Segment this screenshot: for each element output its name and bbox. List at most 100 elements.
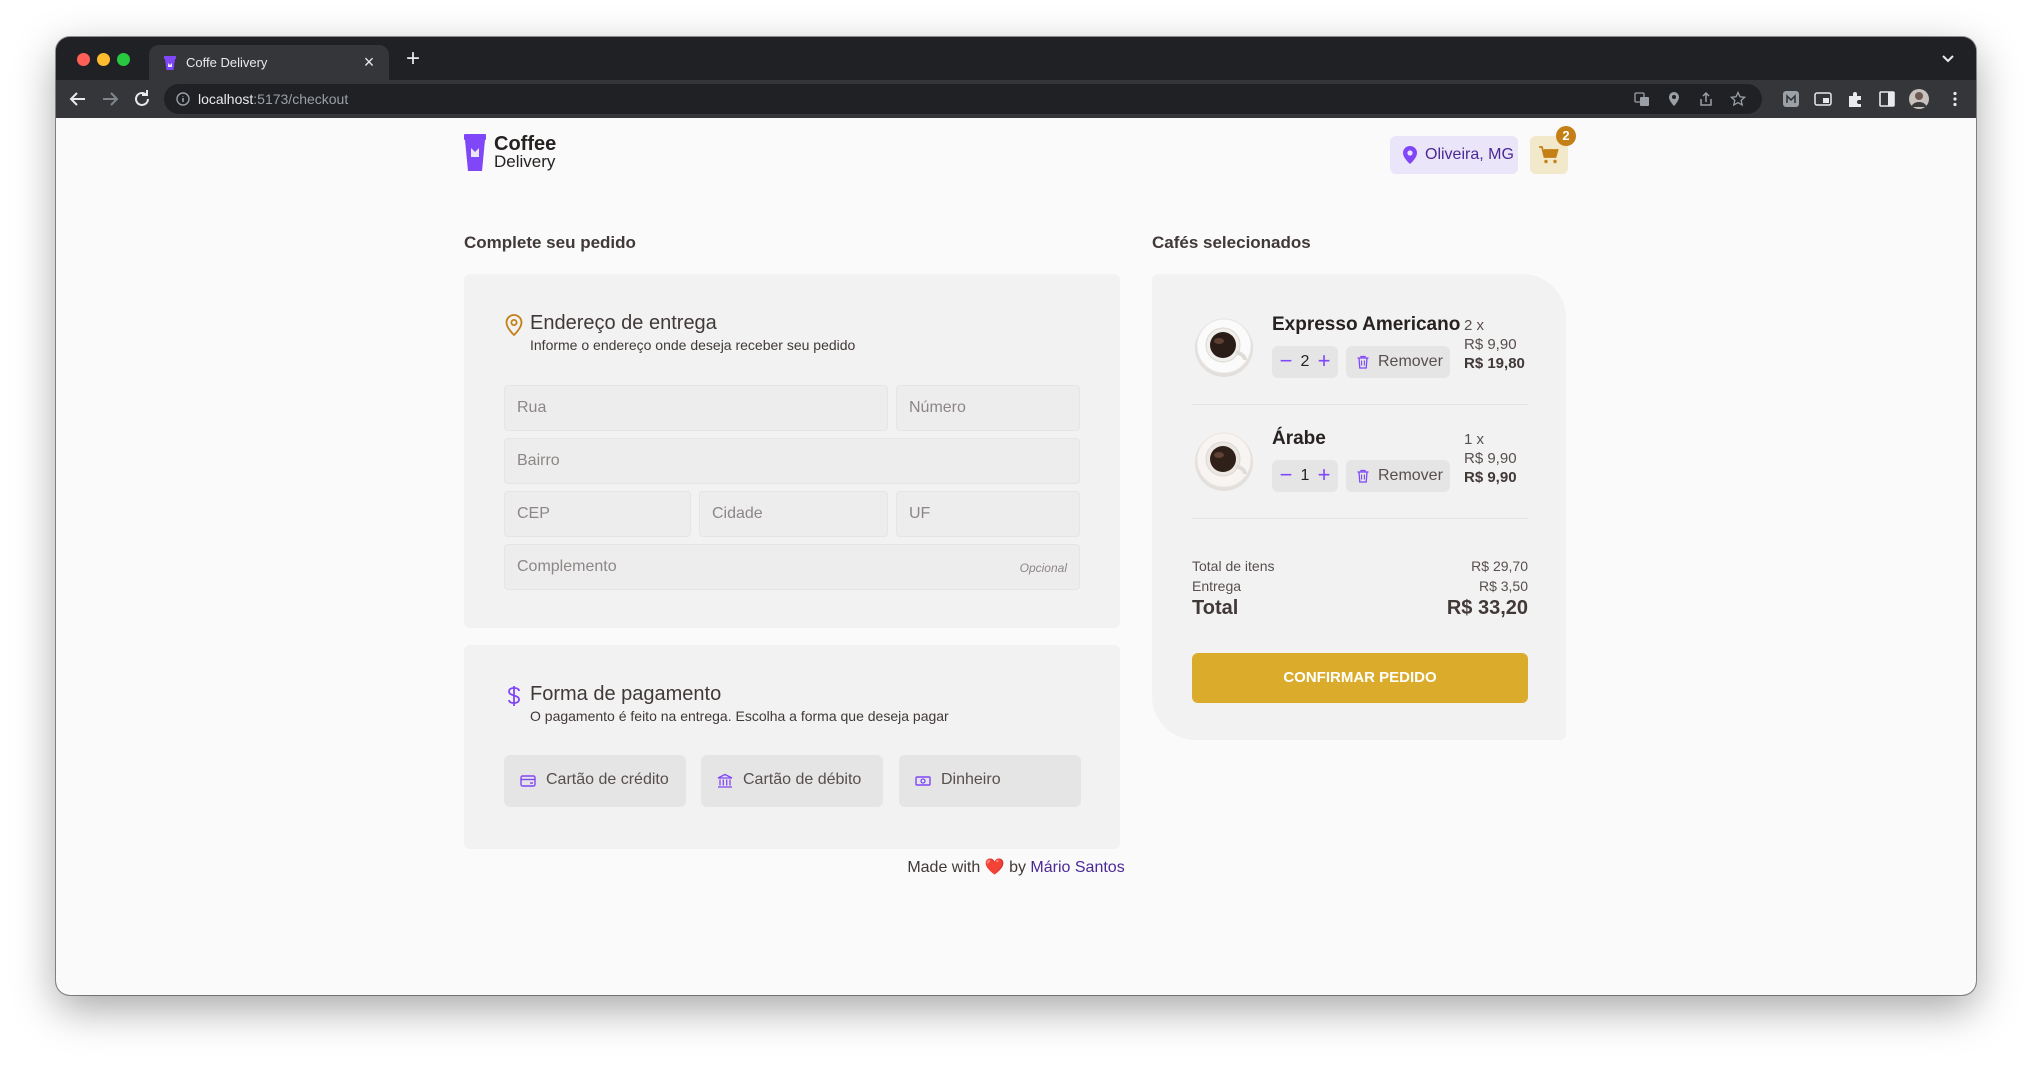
complement-input[interactable]: Complemento Opcional — [504, 544, 1080, 590]
delivery-label: Entrega — [1192, 578, 1242, 594]
delivery-row: Entrega R$ 3,50 — [1192, 578, 1528, 594]
increase-quantity-button[interactable]: + — [1315, 463, 1333, 487]
credit-card-label: Cartão de crédito — [546, 771, 669, 788]
chevron-down-icon[interactable] — [1938, 49, 1958, 69]
optional-hint: Opcional — [1019, 561, 1067, 575]
extensions-puzzle-icon[interactable] — [1846, 90, 1864, 108]
street-input[interactable]: Rua — [504, 385, 888, 431]
reload-icon[interactable] — [130, 87, 154, 111]
money-icon — [915, 776, 931, 786]
map-pin-icon — [1403, 146, 1417, 164]
item-qty-label: 1 x — [1464, 431, 1485, 448]
city-placeholder: Cidade — [712, 505, 763, 522]
payment-debit-card-button[interactable]: Cartão de débito — [701, 755, 883, 807]
coffee-cup-image-icon — [1195, 432, 1253, 491]
payment-title: Forma de pagamento — [530, 683, 722, 705]
browser-toolbar: localhost:5173/checkout — [56, 80, 1976, 118]
address-bar[interactable]: localhost:5173/checkout — [164, 84, 1762, 114]
bookmark-star-icon[interactable] — [1730, 91, 1746, 107]
coffee-cup-logo-icon — [464, 134, 486, 171]
state-placeholder: UF — [909, 505, 931, 522]
profile-avatar-icon[interactable] — [1908, 88, 1930, 110]
extension-m-icon[interactable] — [1782, 90, 1800, 108]
item-subtotal: R$ 9,90 — [1464, 469, 1517, 486]
tab-close-icon[interactable]: × — [359, 52, 379, 72]
neighborhood-placeholder: Bairro — [517, 452, 560, 469]
browser-window: Coffe Delivery × + localhost:5173/checko… — [56, 37, 1976, 995]
item-divider — [1192, 404, 1528, 405]
close-window-button[interactable] — [77, 53, 90, 66]
extension-window-icon[interactable] — [1814, 90, 1832, 108]
browser-tab[interactable]: Coffe Delivery × — [149, 45, 389, 80]
grand-total-value: R$ 33,20 — [1446, 597, 1528, 619]
cep-input[interactable]: CEP — [504, 491, 691, 537]
new-tab-icon[interactable]: + — [401, 47, 425, 71]
item-price-breakdown: 1 x R$ 9,90 R$ 9,90 — [1464, 430, 1517, 487]
tab-title: Coffe Delivery — [186, 55, 268, 70]
cart-count-badge: 2 — [1556, 126, 1576, 146]
cart-item: Árabe − 1 + Remover 1 x R$ 9,90 R$ 9,90 — [1192, 428, 1528, 542]
forward-arrow-icon[interactable] — [98, 87, 122, 111]
order-summary-card: Expresso Americano − 2 + Remover 2 x R$ … — [1152, 274, 1566, 740]
payment-cash-button[interactable]: Dinheiro — [899, 755, 1081, 807]
cep-placeholder: CEP — [517, 505, 550, 522]
grand-total-label: Total — [1192, 597, 1239, 619]
info-icon[interactable] — [176, 92, 190, 106]
maximize-window-button[interactable] — [117, 53, 130, 66]
confirm-order-button[interactable]: CONFIRMAR PEDIDO — [1192, 653, 1528, 703]
state-input[interactable]: UF — [896, 491, 1080, 537]
shopping-cart-icon — [1539, 146, 1559, 164]
logo-line-2: Delivery — [494, 152, 556, 171]
location-pin-icon[interactable] — [1666, 91, 1682, 107]
items-total-label: Total de itens — [1192, 558, 1275, 574]
location-badge[interactable]: Oliveira, MG — [1390, 136, 1518, 174]
location-text: Oliveira, MG — [1425, 146, 1514, 163]
street-placeholder: Rua — [517, 399, 547, 416]
translate-icon[interactable] — [1634, 91, 1650, 107]
map-pin-outline-icon — [505, 314, 523, 336]
coffee-cup-favicon-icon — [164, 56, 176, 70]
payment-credit-card-button[interactable]: Cartão de crédito — [504, 755, 686, 807]
url-host: localhost — [198, 91, 254, 107]
author-link[interactable]: Mário Santos — [1030, 859, 1124, 876]
back-arrow-icon[interactable] — [66, 87, 90, 111]
tab-bar: Coffe Delivery × + — [56, 37, 1976, 80]
remove-label: Remover — [1378, 353, 1443, 370]
share-icon[interactable] — [1698, 91, 1714, 107]
quantity-stepper: − 2 + — [1272, 346, 1338, 378]
city-input[interactable]: Cidade — [699, 491, 888, 537]
logo[interactable]: Coffee Delivery — [464, 133, 557, 177]
neighborhood-input[interactable]: Bairro — [504, 438, 1080, 484]
checkout-title: Complete seu pedido — [464, 233, 636, 252]
item-qty-label: 2 x — [1464, 317, 1485, 334]
item-unit-price: R$ 9,90 — [1464, 450, 1517, 467]
address-title: Endereço de entrega — [530, 312, 717, 334]
debit-card-label: Cartão de débito — [743, 771, 862, 788]
currency-dollar-icon — [508, 686, 520, 706]
complement-placeholder: Complemento — [517, 558, 617, 575]
minimize-window-button[interactable] — [97, 53, 110, 66]
side-panel-icon[interactable] — [1878, 90, 1896, 108]
items-total-row: Total de itens R$ 29,70 — [1192, 558, 1528, 574]
footer: Made with ❤️ by Mário Santos — [56, 857, 1976, 877]
url-text: localhost:5173/checkout — [198, 91, 348, 107]
item-price-breakdown: 2 x R$ 9,90 R$ 19,80 — [1464, 316, 1525, 373]
logo-line-1: Coffee — [494, 133, 557, 155]
cash-label: Dinheiro — [941, 771, 1001, 788]
address-card: Endereço de entrega Informe o endereço o… — [464, 274, 1120, 628]
payment-subtitle: O pagamento é feito na entrega. Escolha … — [530, 708, 949, 724]
items-total-value: R$ 29,70 — [1471, 558, 1528, 574]
number-placeholder: Número — [909, 399, 966, 416]
number-input[interactable]: Número — [896, 385, 1080, 431]
bank-icon — [717, 773, 733, 788]
address-subtitle: Informe o endereço onde deseja receber s… — [530, 337, 856, 353]
remove-item-button[interactable]: Remover — [1346, 346, 1450, 378]
remove-item-button[interactable]: Remover — [1346, 460, 1450, 492]
browser-menu-icon[interactable] — [1946, 90, 1964, 108]
item-divider — [1192, 518, 1528, 519]
delivery-value: R$ 3,50 — [1478, 578, 1528, 594]
cart-item: Expresso Americano − 2 + Remover 2 x R$ … — [1192, 314, 1528, 428]
coffee-cup-image-icon — [1195, 318, 1253, 377]
logo-text: Coffee Delivery — [494, 133, 557, 171]
increase-quantity-button[interactable]: + — [1315, 349, 1333, 373]
